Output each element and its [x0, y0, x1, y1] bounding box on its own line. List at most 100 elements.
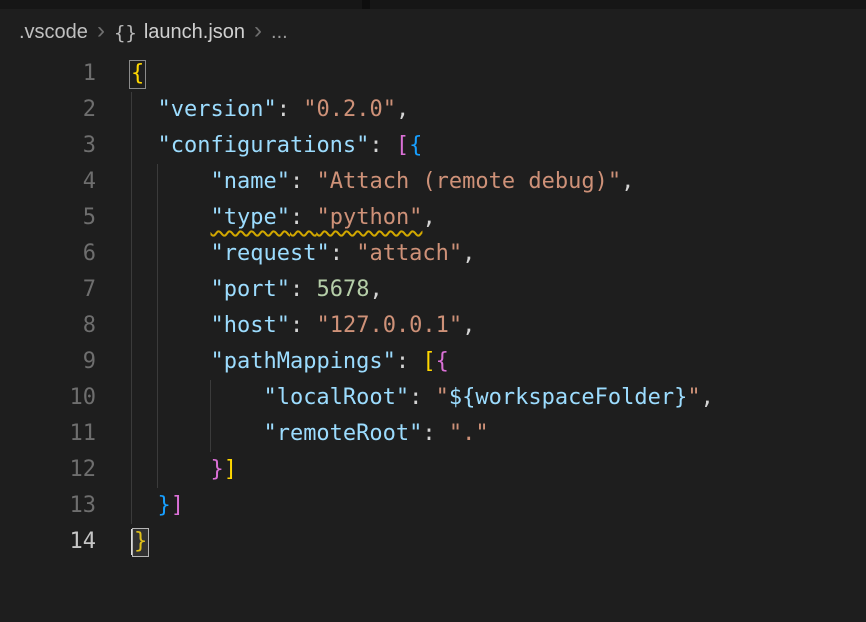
breadcrumb-file[interactable]: launch.json: [144, 21, 245, 44]
code-token: ,: [369, 277, 382, 302]
code-token: [131, 241, 210, 266]
code-token: "attach": [356, 241, 462, 266]
code-token: }: [134, 524, 147, 560]
code-token: {: [409, 133, 422, 158]
code-line[interactable]: 1{: [0, 56, 866, 92]
line-number[interactable]: 8: [0, 308, 96, 344]
breadcrumb-symbol-ellipsis[interactable]: ...: [271, 21, 288, 44]
code-token: [131, 97, 158, 122]
line-number[interactable]: 13: [0, 488, 96, 524]
code-line[interactable]: 13 }]: [0, 488, 866, 524]
code-line[interactable]: 8 "host": "127.0.0.1",: [0, 308, 866, 344]
code-token: ]: [224, 457, 237, 482]
code-token: ".": [449, 421, 489, 446]
code-token: ,: [396, 97, 409, 122]
code-token: :: [290, 205, 317, 230]
code-token: [131, 205, 210, 230]
code-token: :: [422, 421, 449, 446]
code-token: "port": [210, 277, 289, 302]
code-line[interactable]: 12 }]: [0, 452, 866, 488]
code-token: [: [396, 133, 409, 158]
code-text: "port": 5678,: [96, 272, 383, 308]
code-text: {: [96, 56, 144, 92]
code-line[interactable]: 5 "type": "python",: [0, 200, 866, 236]
line-number[interactable]: 3: [0, 128, 96, 164]
code-token: ,: [462, 241, 475, 266]
code-line[interactable]: 14}: [0, 524, 866, 560]
code-text: }]: [96, 452, 237, 488]
code-token: [131, 133, 158, 158]
code-token: "name": [210, 169, 289, 194]
code-text: "request": "attach",: [96, 236, 475, 272]
json-file-icon: {}: [114, 22, 137, 44]
code-token: }: [210, 457, 223, 482]
code-token: [131, 457, 210, 482]
code-token: ,: [422, 205, 435, 230]
line-number[interactable]: 9: [0, 344, 96, 380]
code-text: }]: [96, 488, 184, 524]
breadcrumb-folder[interactable]: .vscode: [19, 21, 88, 44]
code-text: }: [96, 524, 147, 560]
code-token: ": [687, 385, 700, 410]
code-token: [131, 493, 158, 518]
code-token: ]: [171, 493, 184, 518]
line-number[interactable]: 2: [0, 92, 96, 128]
code-token: [131, 385, 263, 410]
code-token: "localRoot": [263, 385, 409, 410]
line-number[interactable]: 5: [0, 200, 96, 236]
code-line[interactable]: 4 "name": "Attach (remote debug)",: [0, 164, 866, 200]
breadcrumb: .vscode › {} launch.json › ...: [0, 9, 866, 56]
code-text: "host": "127.0.0.1",: [96, 308, 475, 344]
code-token: :: [277, 97, 304, 122]
tab-bar-edge: [0, 0, 866, 9]
code-text: "localRoot": "${workspaceFolder}",: [96, 380, 714, 416]
code-text: "type": "python",: [96, 200, 436, 236]
code-text: "version": "0.2.0",: [96, 92, 409, 128]
code-line[interactable]: 6 "request": "attach",: [0, 236, 866, 272]
code-token: "version": [158, 97, 277, 122]
code-editor[interactable]: 1{2 "version": "0.2.0",3 "configurations…: [0, 56, 866, 560]
code-text: "pathMappings": [{: [96, 344, 449, 380]
line-number[interactable]: 7: [0, 272, 96, 308]
code-token: :: [396, 349, 423, 374]
code-token: :: [369, 133, 396, 158]
code-token: ${workspaceFolder}: [449, 385, 687, 410]
code-token: [: [422, 349, 435, 374]
code-line[interactable]: 2 "version": "0.2.0",: [0, 92, 866, 128]
line-number[interactable]: 10: [0, 380, 96, 416]
code-token: :: [330, 241, 357, 266]
code-lines: 1{2 "version": "0.2.0",3 "configurations…: [0, 56, 866, 560]
code-token: ,: [701, 385, 714, 410]
code-token: "type": [210, 205, 289, 230]
line-number[interactable]: 6: [0, 236, 96, 272]
code-token: ,: [462, 313, 475, 338]
code-token: {: [131, 56, 144, 92]
code-text: "name": "Attach (remote debug)",: [96, 164, 634, 200]
code-text: "configurations": [{: [96, 128, 422, 164]
code-line[interactable]: 10 "localRoot": "${workspaceFolder}",: [0, 380, 866, 416]
line-number[interactable]: 11: [0, 416, 96, 452]
line-number[interactable]: 14: [0, 524, 96, 560]
code-token: [131, 169, 210, 194]
code-token: "127.0.0.1": [316, 313, 462, 338]
code-line[interactable]: 11 "remoteRoot": ".": [0, 416, 866, 452]
code-token: :: [409, 385, 436, 410]
code-token: ": [436, 385, 449, 410]
code-token: "Attach (remote debug)": [316, 169, 621, 194]
code-token: }: [158, 493, 171, 518]
line-number[interactable]: 12: [0, 452, 96, 488]
code-token: ,: [621, 169, 634, 194]
chevron-right-icon: ›: [254, 19, 262, 43]
code-token: [131, 313, 210, 338]
code-token: 5678: [316, 277, 369, 302]
code-token: {: [436, 349, 449, 374]
line-number[interactable]: 1: [0, 56, 96, 92]
code-line[interactable]: 3 "configurations": [{: [0, 128, 866, 164]
line-number[interactable]: 4: [0, 164, 96, 200]
code-token: "host": [210, 313, 289, 338]
code-line[interactable]: 7 "port": 5678,: [0, 272, 866, 308]
code-token: [131, 421, 263, 446]
code-line[interactable]: 9 "pathMappings": [{: [0, 344, 866, 380]
code-token: "request": [210, 241, 329, 266]
code-token: "python": [316, 205, 422, 230]
